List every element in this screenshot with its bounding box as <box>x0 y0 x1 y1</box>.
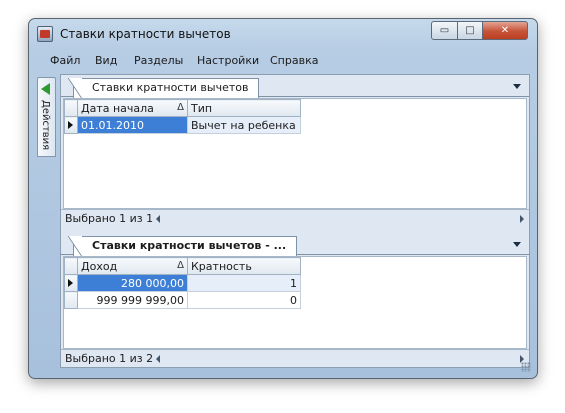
bottom-status-bar: Выбрано 1 из 2 <box>61 349 529 367</box>
top-status-text: Выбрано 1 из 1 <box>65 212 154 225</box>
row-indicator[interactable] <box>64 116 78 134</box>
actions-label: Действия <box>40 100 51 151</box>
title-bar[interactable]: Ставки кратности вычетов ▭ □ ✕ <box>29 19 537 49</box>
close-button[interactable]: ✕ <box>482 21 528 40</box>
bottom-tab-strip: Ставки кратности вычетов - ... <box>61 233 529 257</box>
menu-help[interactable]: Справка <box>270 54 318 67</box>
scroll-left-icon[interactable] <box>156 215 160 223</box>
table-row[interactable]: 280 000,00 1 <box>64 274 301 292</box>
content-area: Ставки кратности вычетов Дата начала Δ Т… <box>60 74 530 368</box>
bottom-table: Доход Δ Кратность 280 000,00 1 999 999 9… <box>64 257 301 309</box>
app-icon <box>37 26 53 42</box>
column-header-start-date[interactable]: Дата начала Δ <box>77 99 188 117</box>
bottom-status-text: Выбрано 1 из 2 <box>65 352 154 365</box>
menu-view[interactable]: Вид <box>95 54 117 67</box>
cell-income[interactable]: 999 999 999,00 <box>77 291 188 309</box>
column-header-type[interactable]: Тип <box>187 99 301 117</box>
menu-file[interactable]: Файл <box>50 54 80 67</box>
current-row-icon <box>68 279 73 287</box>
main-window: Ставки кратности вычетов ▭ □ ✕ Файл Вид … <box>28 18 538 379</box>
maximize-button[interactable]: □ <box>457 21 483 40</box>
sort-icon: Δ <box>177 101 184 113</box>
column-label: Дата начала <box>81 101 154 115</box>
column-label: Доход <box>81 259 118 273</box>
sort-icon: Δ <box>177 259 184 271</box>
bottom-section: Ставки кратности вычетов - ... Доход Δ К… <box>61 233 529 369</box>
tab-rates-detail[interactable]: Ставки кратности вычетов - ... <box>67 236 298 257</box>
top-tab-strip: Ставки кратности вычетов <box>61 75 529 99</box>
header-row: Доход Δ Кратность <box>64 257 301 275</box>
tab-dropdown-icon[interactable] <box>513 84 521 89</box>
column-header-income[interactable]: Доход Δ <box>77 257 188 275</box>
menu-settings[interactable]: Настройки <box>197 54 259 67</box>
scroll-left-icon[interactable] <box>156 355 160 363</box>
cell-multiplicity[interactable]: 1 <box>187 274 301 292</box>
current-row-icon <box>68 121 73 129</box>
bottom-grid: Доход Δ Кратность 280 000,00 1 999 999 9… <box>63 256 527 349</box>
header-row: Дата начала Δ Тип <box>64 99 301 117</box>
row-header-corner <box>64 99 78 117</box>
tab-rates[interactable]: Ставки кратности вычетов <box>67 78 260 99</box>
green-arrow-icon <box>41 83 50 95</box>
top-status-bar: Выбрано 1 из 1 <box>61 209 529 227</box>
column-header-multiplicity[interactable]: Кратность <box>187 257 301 275</box>
resize-grip-icon[interactable] <box>521 362 531 372</box>
top-section: Ставки кратности вычетов Дата начала Δ Т… <box>61 75 529 230</box>
menu-sections[interactable]: Разделы <box>134 54 183 67</box>
tab-dropdown-icon[interactable] <box>513 242 521 247</box>
top-grid: Дата начала Δ Тип 01.01.2010 Вычет на ре… <box>63 98 527 209</box>
row-header-corner <box>64 257 78 275</box>
row-indicator[interactable] <box>64 291 78 309</box>
table-row[interactable]: 999 999 999,00 0 <box>64 291 301 309</box>
top-table: Дата начала Δ Тип 01.01.2010 Вычет на ре… <box>64 99 301 134</box>
cell-multiplicity[interactable]: 0 <box>187 291 301 309</box>
cell-start-date[interactable]: 01.01.2010 <box>77 116 188 134</box>
actions-side-tab[interactable]: Действия <box>37 77 56 157</box>
cell-type[interactable]: Вычет на ребенка <box>187 116 301 134</box>
table-row[interactable]: 01.01.2010 Вычет на ребенка <box>64 116 301 134</box>
cell-income[interactable]: 280 000,00 <box>77 274 188 292</box>
window-title: Ставки кратности вычетов <box>60 27 231 41</box>
row-indicator[interactable] <box>64 274 78 292</box>
scroll-right-icon[interactable] <box>520 215 524 223</box>
minimize-button[interactable]: ▭ <box>431 21 458 40</box>
